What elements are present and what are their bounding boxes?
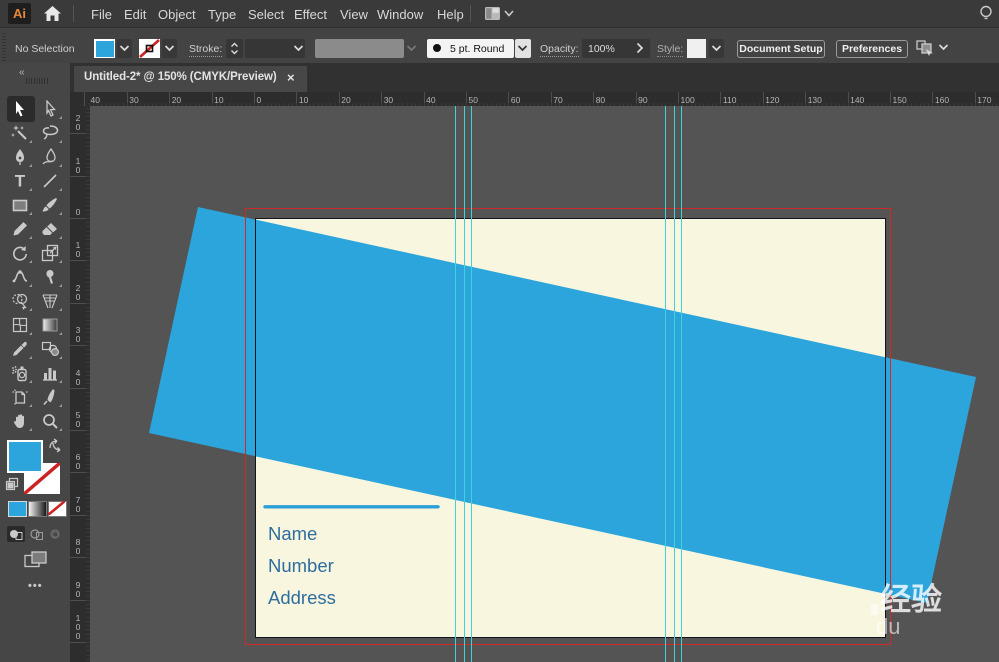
svg-text:T: T	[15, 172, 26, 190]
